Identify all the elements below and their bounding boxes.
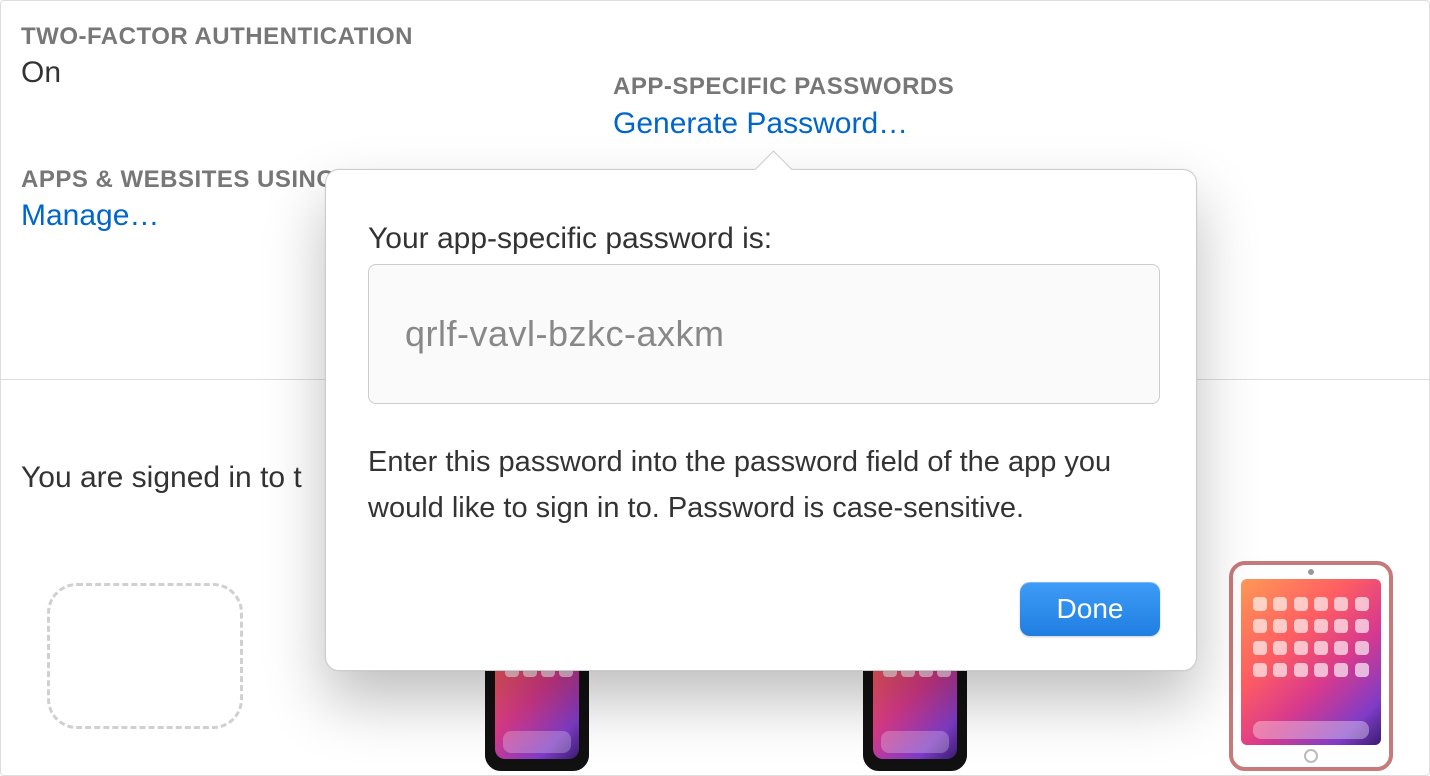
generated-password-value: qrlf-vavl-bzkc-axkm (405, 313, 725, 355)
device-placeholder[interactable] (47, 583, 243, 729)
settings-panel: TWO-FACTOR AUTHENTICATION On APPS & WEBS… (0, 0, 1430, 776)
app-specific-passwords-label: APP-SPECIFIC PASSWORDS (613, 73, 954, 101)
two-factor-auth-value: On (21, 56, 61, 90)
popover-description: Enter this password into the password fi… (368, 439, 1154, 532)
signed-in-text: You are signed in to t (21, 461, 302, 495)
done-button[interactable]: Done (1020, 582, 1160, 636)
generate-password-link[interactable]: Generate Password… (613, 107, 908, 141)
two-factor-auth-label: TWO-FACTOR AUTHENTICATION (21, 23, 413, 51)
app-specific-password-popover: Your app-specific password is: qrlf-vavl… (325, 169, 1197, 671)
manage-link[interactable]: Manage… (21, 199, 159, 233)
popover-title: Your app-specific password is: (368, 222, 772, 256)
generated-password-field[interactable]: qrlf-vavl-bzkc-axkm (368, 264, 1160, 404)
ipad-device-icon[interactable] (1229, 561, 1393, 771)
